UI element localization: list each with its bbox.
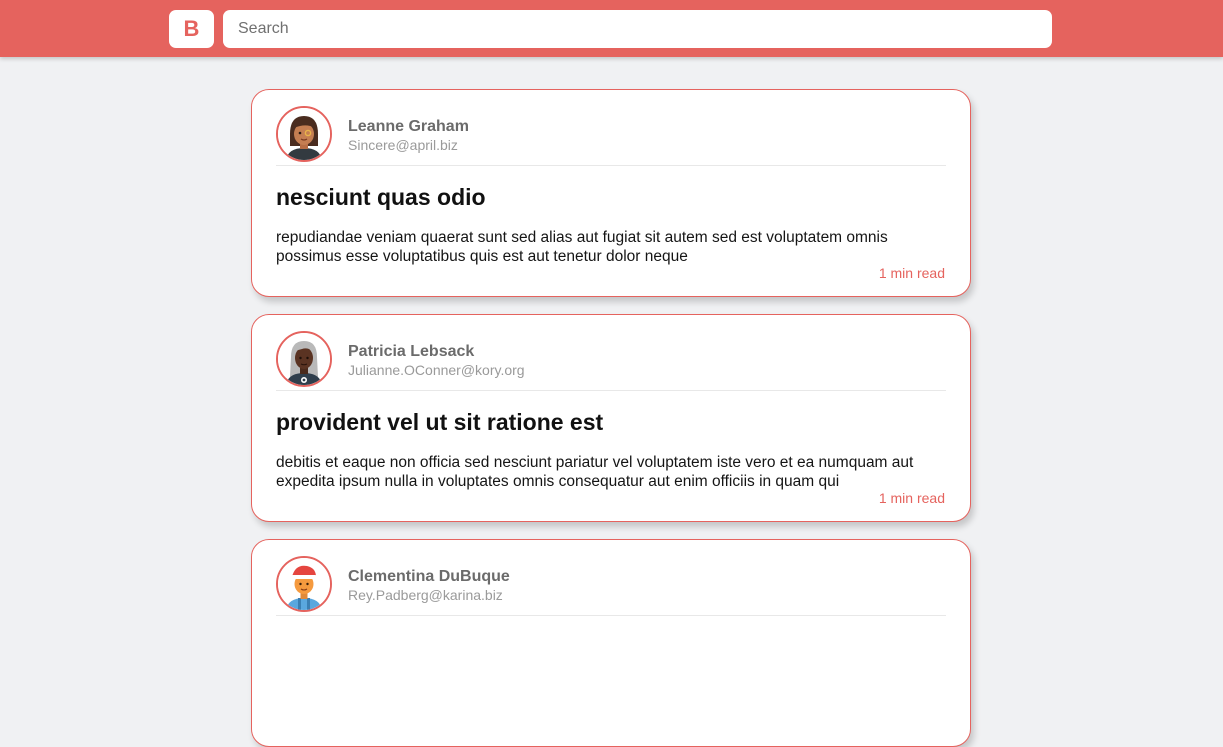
top-navbar: B [0,0,1223,57]
logo-button[interactable]: B [169,10,214,48]
post-body: debitis et eaque non officia sed nesciun… [276,454,914,490]
author-name[interactable]: Patricia Lebsack [348,343,474,361]
post-title[interactable]: nesciunt quas odio [276,184,486,211]
post-author-header: Leanne Graham Sincere@april.biz [276,106,946,166]
post-card[interactable]: Leanne Graham Sincere@april.biz nesciunt… [251,89,971,297]
author-email: Julianne.OConner@kory.org [348,362,525,378]
post-card[interactable]: Clementina DuBuque Rey.Padberg@karina.bi… [251,539,971,747]
woman-grey-hair-avatar-icon [278,333,330,385]
post-card[interactable]: Patricia Lebsack Julianne.OConner@kory.o… [251,314,971,522]
woman-brown-hair-avatar-icon [278,108,330,160]
author-name[interactable]: Clementina DuBuque [348,568,510,586]
author-avatar[interactable] [276,106,332,162]
logo-letter: B [183,16,200,41]
post-author-header: Clementina DuBuque Rey.Padberg@karina.bi… [276,556,946,616]
author-email: Rey.Padberg@karina.biz [348,587,503,603]
read-time: 1 min read [878,265,945,281]
post-title[interactable]: provident vel ut sit ratione est [276,409,603,436]
author-email: Sincere@april.biz [348,137,458,153]
post-author-header: Patricia Lebsack Julianne.OConner@kory.o… [276,331,946,391]
author-avatar[interactable] [276,331,332,387]
child-santa-hat-avatar-icon [278,558,330,610]
search-input[interactable] [223,10,1052,48]
author-name[interactable]: Leanne Graham [348,118,469,136]
read-time: 1 min read [878,490,945,506]
author-avatar[interactable] [276,556,332,612]
post-body: repudiandae veniam quaerat sunt sed alia… [276,229,888,265]
